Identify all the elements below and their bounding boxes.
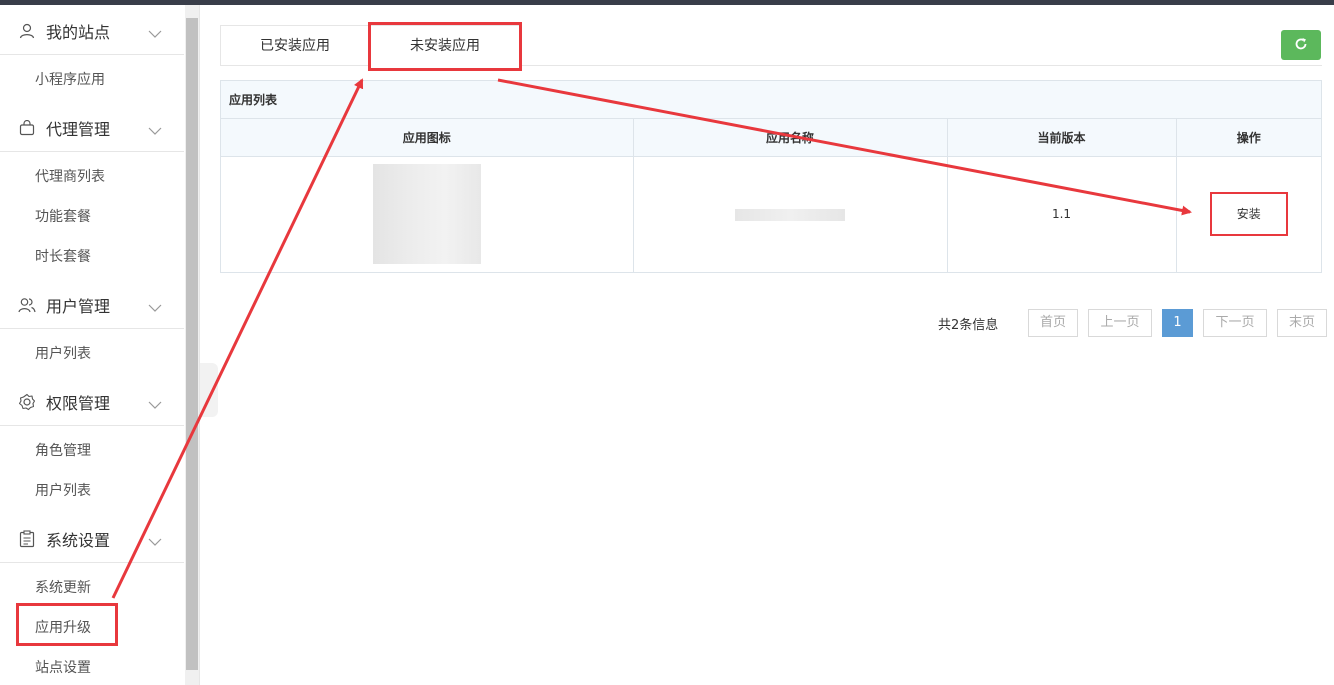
- highlight-box-uninstalled-tab: [368, 22, 522, 71]
- sidebar: 我的站点 小程序应用 代理管理 代理商列表 功能套餐 时长套餐 用户管理 用户列…: [0, 5, 200, 685]
- highlight-box-app-upgrade: [16, 603, 118, 646]
- refresh-icon: [1294, 36, 1308, 55]
- sidebar-item-agent-list[interactable]: 代理商列表: [35, 167, 105, 187]
- app-icon-cell: [221, 156, 634, 272]
- chevron-down-icon: [148, 298, 162, 317]
- app-name-cell: [633, 156, 948, 272]
- install-button[interactable]: 安装: [1209, 192, 1288, 237]
- pagination-prev[interactable]: 上一页: [1088, 309, 1152, 337]
- sidebar-group-label: 代理管理: [46, 119, 111, 139]
- app-name-blurred: [735, 208, 845, 221]
- sidebar-scrollbar-thumb[interactable]: [186, 18, 198, 670]
- sidebar-group-permissions[interactable]: 权限管理: [0, 378, 184, 426]
- table-row: 1.1 安装: [221, 156, 1321, 272]
- pagination-next[interactable]: 下一页: [1203, 309, 1267, 337]
- sidebar-item-mini-app[interactable]: 小程序应用: [35, 70, 105, 90]
- sidebar-group-system-settings[interactable]: 系统设置: [0, 515, 184, 563]
- sidebar-item-site-settings[interactable]: 站点设置: [35, 658, 91, 678]
- sidebar-item-feature-package[interactable]: 功能套餐: [35, 207, 91, 227]
- sidebar-item-user-list[interactable]: 用户列表: [35, 344, 91, 364]
- user-icon: [18, 22, 36, 40]
- sidebar-group-agent[interactable]: 代理管理: [0, 104, 184, 152]
- top-bar: [0, 0, 1334, 5]
- sidebar-item-user-list-2[interactable]: 用户列表: [35, 481, 91, 501]
- column-header-action: 操作: [1176, 119, 1321, 157]
- chevron-down-icon: [148, 395, 162, 414]
- sidebar-group-label: 用户管理: [46, 296, 111, 316]
- gear-icon: [18, 393, 36, 411]
- app-table: 应用图标 应用名称 当前版本 操作 1.1 安装: [221, 119, 1321, 272]
- sidebar-item-duration-package[interactable]: 时长套餐: [35, 247, 91, 267]
- pagination-first[interactable]: 首页: [1028, 309, 1078, 337]
- clipboard-icon: [18, 529, 36, 548]
- sidebar-group-label: 系统设置: [46, 530, 111, 550]
- refresh-button[interactable]: [1281, 30, 1321, 60]
- sidebar-collapse-handle[interactable]: [200, 363, 218, 417]
- sidebar-item-system-update[interactable]: 系统更新: [35, 578, 91, 598]
- pagination-last[interactable]: 末页: [1277, 309, 1327, 337]
- app-list-panel: 应用列表 应用图标 应用名称 当前版本 操作 1.1 安装: [220, 80, 1322, 273]
- column-header-name: 应用名称: [633, 119, 948, 157]
- chevron-down-icon: [148, 532, 162, 551]
- app-icon-image: [372, 164, 481, 265]
- pagination-current-page[interactable]: 1: [1162, 309, 1193, 337]
- tab-installed-apps[interactable]: 已安装应用: [220, 25, 370, 66]
- sidebar-group-label: 我的站点: [46, 22, 111, 42]
- sidebar-group-my-site[interactable]: 我的站点: [0, 7, 184, 55]
- pagination-total: 共2条信息: [938, 318, 999, 333]
- chevron-down-icon: [148, 24, 162, 43]
- sidebar-group-label: 权限管理: [46, 393, 111, 413]
- app-version: 1.1: [947, 156, 1177, 272]
- panel-title: 应用列表: [221, 81, 1321, 119]
- chevron-down-icon: [148, 121, 162, 140]
- column-header-icon: 应用图标: [221, 119, 634, 157]
- sidebar-item-role-management[interactable]: 角色管理: [35, 441, 91, 461]
- app-action-cell: 安装: [1176, 156, 1321, 272]
- users-icon: [18, 296, 36, 314]
- table-header-row: 应用图标 应用名称 当前版本 操作: [221, 119, 1321, 157]
- column-header-version: 当前版本: [947, 119, 1177, 157]
- bag-icon: [18, 119, 36, 137]
- sidebar-group-users[interactable]: 用户管理: [0, 281, 184, 329]
